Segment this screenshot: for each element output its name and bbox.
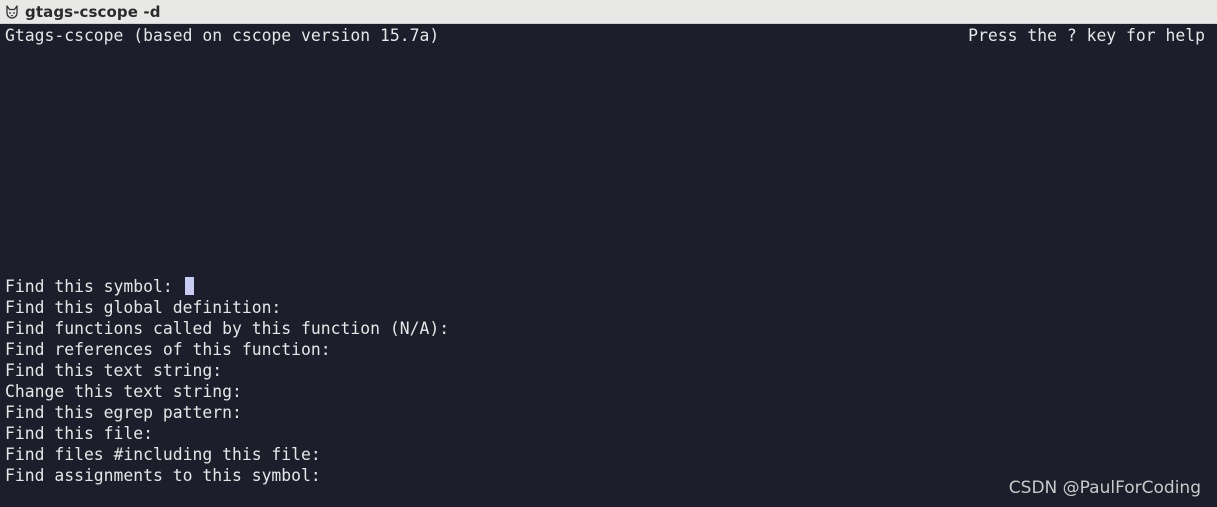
program-banner: Gtags-cscope (based on cscope version 15…: [5, 26, 440, 45]
prompt-find-text-string[interactable]: Find this text string:: [5, 360, 222, 381]
title-bar[interactable]: gtags-cscope -d: [0, 0, 1217, 24]
terminal-window: gtags-cscope -d Gtags-cscope (based on c…: [0, 0, 1217, 507]
prompt-label: Find this symbol:: [5, 277, 183, 296]
text-cursor: [184, 277, 194, 295]
prompt-find-assignments[interactable]: Find assignments to this symbol:: [5, 465, 321, 486]
prompt-find-global-definition[interactable]: Find this global definition:: [5, 297, 281, 318]
prompt-find-files-including[interactable]: Find files #including this file:: [5, 444, 321, 465]
prompt-find-references[interactable]: Find references of this function:: [5, 339, 331, 360]
prompt-change-text-string[interactable]: Change this text string:: [5, 381, 242, 402]
prompt-find-functions-called[interactable]: Find functions called by this function (…: [5, 318, 449, 339]
prompt-find-egrep-pattern[interactable]: Find this egrep pattern:: [5, 402, 242, 423]
prompt-find-file[interactable]: Find this file:: [5, 423, 153, 444]
window-title: gtags-cscope -d: [25, 2, 161, 21]
help-hint: Press the ? key for help: [968, 26, 1205, 45]
terminal-area[interactable]: Gtags-cscope (based on cscope version 15…: [0, 24, 1217, 507]
prompt-find-symbol[interactable]: Find this symbol:: [5, 276, 194, 297]
cat-icon: [3, 3, 21, 21]
watermark: CSDN @PaulForCoding: [1008, 478, 1201, 498]
